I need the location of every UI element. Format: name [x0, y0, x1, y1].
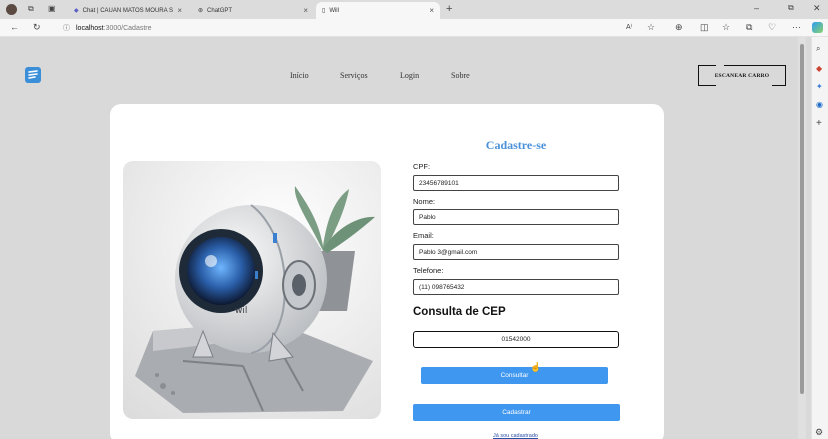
nav-inicio[interactable]: Início — [290, 71, 309, 80]
close-tab-icon[interactable]: × — [303, 6, 308, 15]
bracket-corner — [772, 76, 786, 86]
nav-servicos[interactable]: Serviços — [340, 71, 368, 80]
robot-image: wil — [123, 161, 381, 419]
more-options-icon[interactable]: ··· — [792, 23, 801, 32]
minimize-icon[interactable]: – — [754, 4, 759, 13]
scan-car-button[interactable]: ESCANEAR CARRO — [698, 65, 786, 86]
url-field[interactable]: ⓘ localhost:3000/Cadastre — [55, 21, 670, 35]
nav-sobre[interactable]: Sobre — [451, 71, 470, 80]
split-screen-icon[interactable]: ◫ — [700, 23, 709, 32]
register-button[interactable]: Cadastrar — [413, 404, 620, 421]
scrollbar-thumb[interactable] — [800, 44, 804, 394]
tab-label: ChatGPT — [207, 7, 233, 14]
site-logo-icon[interactable] — [25, 67, 41, 83]
chatgpt-icon: ⊛ — [198, 8, 204, 14]
nome-label: Nome: — [413, 197, 436, 206]
already-registered-link[interactable]: Já sou cadastrado — [493, 433, 538, 439]
tools-icon[interactable]: ✦ — [816, 83, 823, 91]
cep-input[interactable]: 01542000 — [413, 331, 619, 348]
info-icon: ⓘ — [63, 25, 70, 32]
cpf-label: CPF: — [413, 162, 431, 171]
outlook-icon[interactable]: ◉ — [816, 101, 823, 109]
tab-label: Will — [329, 7, 339, 14]
extensions-icon[interactable]: ⊕ — [675, 23, 683, 32]
shopping-icon[interactable]: ◆ — [816, 65, 822, 73]
tab-actions-icon[interactable]: ▣ — [48, 5, 56, 13]
consult-button[interactable]: Consultar — [421, 367, 608, 384]
profile-avatar-icon[interactable] — [6, 4, 17, 15]
close-tab-icon[interactable]: × — [177, 6, 182, 15]
telefone-input[interactable]: (11) 098765432 — [413, 279, 619, 295]
favorite-star-icon[interactable]: ☆ — [647, 23, 655, 32]
restore-icon[interactable]: ⧉ — [788, 4, 794, 12]
url-host: localhost — [76, 24, 104, 32]
back-icon[interactable]: ← — [10, 23, 19, 32]
close-tab-icon[interactable]: × — [429, 6, 434, 15]
refresh-icon[interactable]: ↻ — [33, 23, 41, 32]
edge-sidebar: ⌕ ◆ ✦ ◉ + ⚙ — [811, 37, 828, 439]
email-label: Email: — [413, 231, 434, 240]
nav-login[interactable]: Login — [400, 71, 419, 80]
copilot-icon[interactable] — [812, 22, 823, 33]
nome-input[interactable]: Pablo — [413, 209, 619, 225]
page-icon: ▯ — [322, 8, 326, 14]
read-aloud-icon[interactable]: A⁾ — [626, 24, 632, 31]
cpf-input[interactable]: 23456789101 — [413, 175, 619, 191]
cep-section-title: Consulta de CEP — [413, 306, 506, 318]
settings-gear-icon[interactable]: ⚙ — [815, 428, 823, 437]
form-title: Cadastre-se — [485, 138, 547, 152]
new-tab-icon[interactable]: + — [446, 4, 452, 15]
robot-label: wil — [235, 306, 247, 316]
tab-chat[interactable]: ◆ Chat | CAUAN MATOS MOURA S × — [68, 2, 188, 19]
tab-chatgpt[interactable]: ⊛ ChatGPT × — [192, 2, 314, 19]
teams-icon: ◆ — [74, 8, 79, 14]
add-icon[interactable]: + — [816, 119, 822, 129]
tab-label: Chat | CAUAN MATOS MOURA S — [82, 7, 173, 14]
address-bar-row: ← ↻ ⓘ localhost:3000/Cadastre A⁾ ☆ ⊕ ◫ ☆… — [0, 19, 828, 37]
search-icon[interactable]: ⌕ — [816, 45, 820, 53]
url-path: :3000/Cadastre — [103, 24, 152, 32]
browser-tab-bar: ⧉ ▣ ◆ Chat | CAUAN MATOS MOURA S × ⊛ Cha… — [0, 0, 828, 19]
telefone-label: Telefone: — [413, 266, 444, 275]
tab-will[interactable]: ▯ Will × — [316, 2, 440, 19]
mouse-cursor-icon: ☝ — [530, 362, 542, 372]
collections-icon[interactable]: ⧉ — [746, 23, 752, 32]
workspaces-icon[interactable]: ⧉ — [28, 5, 34, 13]
favorites-icon[interactable]: ☆ — [722, 23, 730, 32]
close-window-icon[interactable]: ✕ — [813, 4, 821, 13]
bracket-corner — [698, 76, 716, 86]
email-input[interactable]: Pablo 3@gmail.com — [413, 244, 619, 260]
performance-icon[interactable]: ♡ — [768, 23, 776, 32]
